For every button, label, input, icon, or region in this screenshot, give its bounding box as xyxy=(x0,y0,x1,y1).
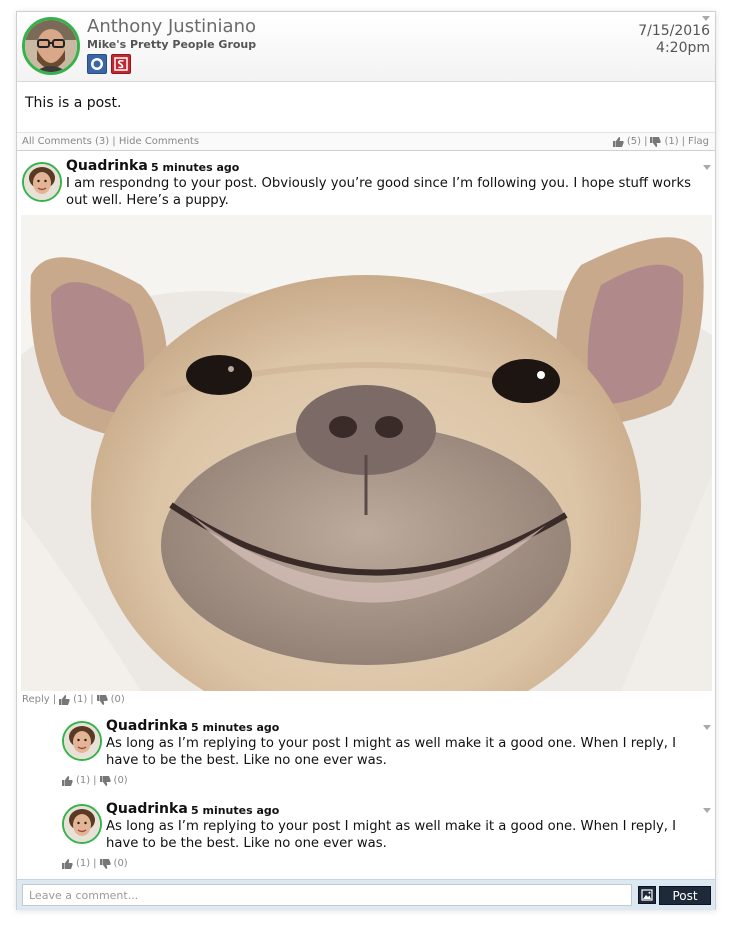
thumbs-down-icon[interactable] xyxy=(650,136,662,147)
reply-like-count: (1) xyxy=(76,858,91,869)
puppy-photo[interactable] xyxy=(21,215,712,691)
comment-composer: Post xyxy=(17,879,715,910)
reply-time: 5 minutes ago xyxy=(191,721,280,734)
commenter-avatar[interactable] xyxy=(22,162,62,202)
comment-like-count: (1) xyxy=(73,694,88,705)
post-menu-chevron-icon[interactable] xyxy=(702,16,710,21)
reply-actions: (1) | (0) xyxy=(62,858,128,869)
post-header: Anthony Justiniano Mike's Pretty People … xyxy=(17,12,715,82)
author-avatar[interactable] xyxy=(22,17,80,75)
thumbs-up-icon[interactable] xyxy=(612,136,624,147)
comment-input[interactable] xyxy=(22,884,632,906)
reply-text: As long as I’m replying to your post I m… xyxy=(106,819,677,851)
reply-actions: (1) | (0) xyxy=(62,775,128,786)
comment-actions: Reply | (1) | (0) xyxy=(22,694,125,705)
thumbs-up-icon[interactable] xyxy=(62,775,73,786)
comment-dislike-count: (0) xyxy=(110,694,125,705)
author-name[interactable]: Anthony Justiniano xyxy=(87,16,256,37)
post-card: Anthony Justiniano Mike's Pretty People … xyxy=(16,11,716,910)
reply-like-count: (1) xyxy=(76,775,91,786)
thumbs-down-icon[interactable] xyxy=(99,858,111,869)
group-name[interactable]: Mike's Pretty People Group xyxy=(87,38,256,51)
thumbs-up-icon[interactable] xyxy=(62,858,73,869)
post-like-count: (5) xyxy=(626,136,642,147)
post-time: 4:20pm xyxy=(656,40,710,56)
separator: | xyxy=(93,858,97,869)
comment-menu-chevron-icon[interactable] xyxy=(703,165,711,170)
commenter-name[interactable]: Quadrinka xyxy=(66,158,148,174)
separator: | xyxy=(90,694,94,705)
separator: | xyxy=(52,694,57,705)
post-meta-bar: All Comments (3) | Hide Comments (5) | (… xyxy=(17,132,715,151)
post-date: 7/15/2016 xyxy=(638,23,710,39)
reply-name[interactable]: Quadrinka xyxy=(106,801,188,817)
reply-dislike-count: (0) xyxy=(113,858,128,869)
reply-avatar[interactable] xyxy=(62,804,102,844)
flag-link[interactable]: Flag xyxy=(688,136,709,147)
separator: | xyxy=(93,775,97,786)
post-reactions: (5) | (1) | Flag xyxy=(612,136,709,147)
image-upload-icon[interactable] xyxy=(638,886,656,904)
reply-name[interactable]: Quadrinka xyxy=(106,718,188,734)
reply-time: 5 minutes ago xyxy=(191,804,280,817)
reply-menu-chevron-icon[interactable] xyxy=(703,725,711,730)
badge-row xyxy=(87,54,131,74)
thumbs-down-icon[interactable] xyxy=(99,775,111,786)
separator: | xyxy=(644,136,648,147)
reply-menu-chevron-icon[interactable] xyxy=(703,808,711,813)
reply-link[interactable]: Reply xyxy=(22,694,50,705)
post-timestamp: 7/15/2016 4:20pm xyxy=(638,23,710,57)
thumbs-down-icon[interactable] xyxy=(96,694,108,705)
post-comment-button[interactable]: Post xyxy=(659,886,711,905)
reply-text: As long as I’m replying to your post I m… xyxy=(106,736,677,768)
comment-time: 5 minutes ago xyxy=(151,161,240,174)
thumbs-up-icon[interactable] xyxy=(59,694,70,705)
comment-text: I am respondng to your post. Obviously y… xyxy=(66,176,691,208)
school-badge-icon xyxy=(111,54,131,74)
post-body: This is a post. xyxy=(25,95,122,111)
reply-avatar[interactable] xyxy=(62,721,102,761)
reply-dislike-count: (0) xyxy=(113,775,128,786)
post-dislike-count: (1) xyxy=(664,136,679,147)
comments-toggle[interactable]: All Comments (3) | Hide Comments xyxy=(22,136,199,147)
mascot-badge-icon xyxy=(87,54,107,74)
separator: | xyxy=(681,136,685,147)
